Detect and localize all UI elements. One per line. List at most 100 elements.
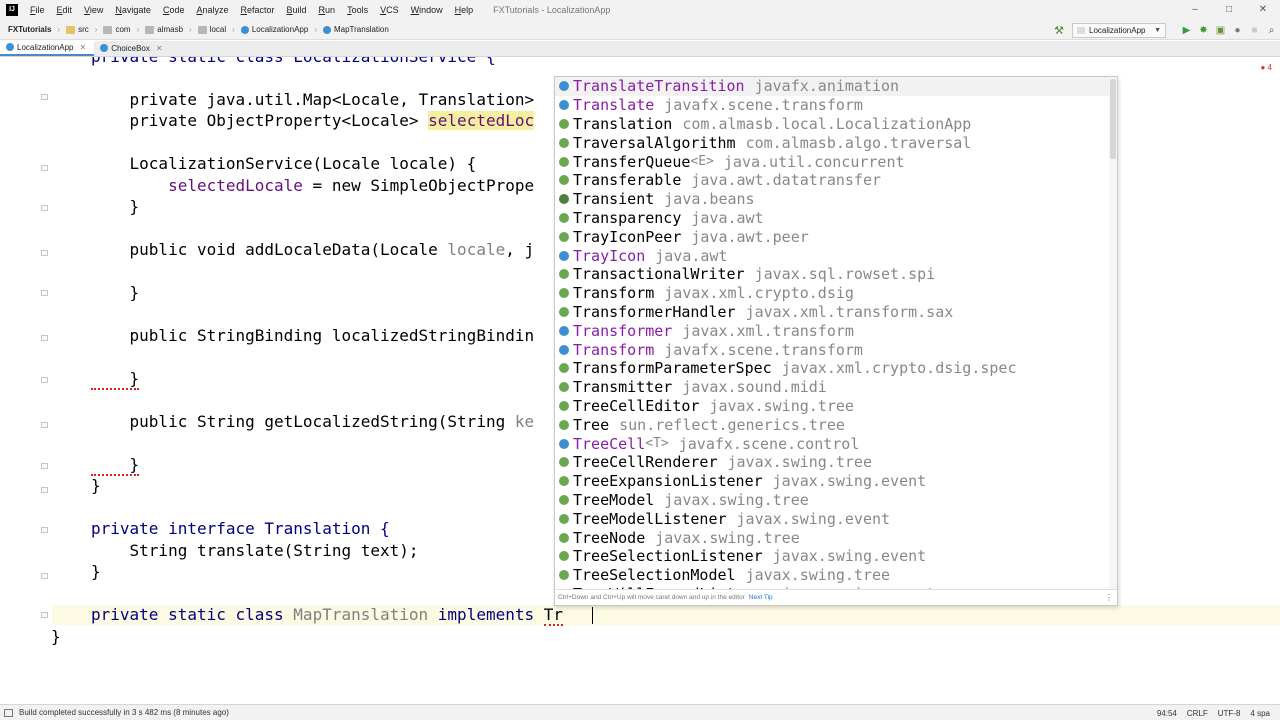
completion-item[interactable]: TreeNode javax.swing.tree: [555, 528, 1111, 547]
status-message[interactable]: Build completed successfully in 3 s 482 …: [19, 708, 229, 717]
menu-refactor[interactable]: Refactor: [235, 5, 281, 15]
completion-item[interactable]: TreeCellEditor javax.swing.tree: [555, 397, 1111, 416]
code-completion-popup[interactable]: TranslateTransition javafx.animation Trans…: [554, 76, 1118, 606]
breadcrumb-local[interactable]: local: [192, 25, 226, 34]
interface-icon: [559, 137, 569, 148]
search-icon[interactable]: ⌕: [1263, 25, 1280, 36]
window-title: FXTutorials - LocalizationApp: [493, 5, 611, 15]
code-identifier: MapTranslation: [293, 605, 429, 624]
fold-marker-icon[interactable]: [41, 573, 48, 579]
menu-navigate[interactable]: Navigate: [109, 5, 157, 15]
menu-build[interactable]: Build: [281, 5, 313, 15]
tab-choicebox[interactable]: ChoiceBox ✕: [94, 40, 170, 56]
completion-item[interactable]: Transferable java.awt.datatransfer: [555, 171, 1111, 190]
fold-marker-icon[interactable]: [41, 290, 48, 296]
class-icon: [559, 344, 569, 355]
close-icon[interactable]: ✕: [1246, 0, 1280, 20]
fold-marker-icon[interactable]: [41, 377, 48, 383]
fold-marker-icon[interactable]: [41, 94, 48, 100]
menu-code[interactable]: Code: [157, 5, 191, 15]
code-line: selectedLocale = new SimpleObjectPrope: [91, 176, 534, 196]
tab-localizationapp[interactable]: LocalizationApp ✕: [0, 40, 95, 56]
menu-window[interactable]: Window: [405, 5, 449, 15]
fold-marker-icon[interactable]: [41, 487, 48, 493]
line-separator[interactable]: CRLF: [1187, 709, 1208, 718]
completion-item[interactable]: TreeCellRenderer javax.swing.tree: [555, 453, 1111, 472]
completion-item[interactable]: Tree sun.reflect.generics.tree: [555, 415, 1111, 434]
menu-view[interactable]: View: [78, 5, 109, 15]
menu-analyze[interactable]: Analyze: [190, 5, 234, 15]
breadcrumb-project[interactable]: FXTutorials: [0, 25, 51, 34]
completion-item[interactable]: Transmitter javax.sound.midi: [555, 378, 1111, 397]
completion-scrollbar[interactable]: [1109, 77, 1117, 589]
completion-item-package: com.almasb.local.LocalizationApp: [682, 114, 972, 133]
breadcrumb-com[interactable]: com: [97, 25, 131, 34]
fold-marker-icon[interactable]: [41, 422, 48, 428]
code-text: }: [91, 562, 101, 581]
completion-item[interactable]: TransferQueue <E> java.util.concurrent: [555, 152, 1111, 171]
debug-icon[interactable]: ✸: [1195, 25, 1212, 36]
build-hammer-icon[interactable]: ⚒: [1054, 24, 1064, 37]
file-encoding[interactable]: UTF-8: [1218, 709, 1241, 718]
run-icon[interactable]: ▶: [1178, 25, 1195, 36]
completion-item-name: TransferQueue: [573, 152, 691, 171]
breadcrumb-src[interactable]: src: [60, 25, 89, 34]
completion-item[interactable]: TreeModel javax.swing.tree: [555, 491, 1111, 510]
completion-item[interactable]: TranslateTransition javafx.animation: [555, 77, 1111, 96]
run-configuration-select[interactable]: LocalizationApp ▼: [1072, 22, 1166, 38]
interface-icon: [559, 231, 569, 242]
completion-item[interactable]: TreeCell <T> javafx.scene.control: [555, 434, 1111, 453]
completion-item[interactable]: Translate javafx.scene.transform: [555, 96, 1111, 115]
maximize-icon[interactable]: □: [1212, 0, 1246, 20]
completion-item[interactable]: Transform javax.xml.crypto.dsig: [555, 284, 1111, 303]
fold-marker-icon[interactable]: [41, 250, 48, 256]
completion-item[interactable]: TreeExpansionListener javax.swing.event: [555, 472, 1111, 491]
profile-icon[interactable]: ●: [1229, 25, 1246, 36]
completion-list[interactable]: TranslateTransition javafx.animation Trans…: [555, 77, 1111, 589]
code-text: public String getLocalizedString(String: [91, 412, 515, 431]
fold-marker-icon[interactable]: [41, 612, 48, 618]
completion-item[interactable]: TrayIcon java.awt: [555, 246, 1111, 265]
completion-item[interactable]: TransformerHandler javax.xml.transform.sa…: [555, 303, 1111, 322]
menu-help[interactable]: Help: [449, 5, 480, 15]
fold-marker-icon[interactable]: [41, 205, 48, 211]
next-tip-link[interactable]: Next Tip: [749, 594, 773, 601]
menu-file[interactable]: File: [24, 5, 51, 15]
fold-marker-icon[interactable]: [41, 335, 48, 341]
completion-item[interactable]: Translation com.almasb.local.Localization…: [555, 115, 1111, 134]
completion-item[interactable]: TraversalAlgorithm com.almasb.algo.traver…: [555, 133, 1111, 152]
menu-vcs[interactable]: VCS: [374, 5, 405, 15]
editor-gutter: [0, 57, 52, 703]
completion-item[interactable]: TrayIconPeer java.awt.peer: [555, 227, 1111, 246]
menu-run[interactable]: Run: [313, 5, 342, 15]
code-text: }: [91, 369, 140, 390]
breadcrumb-localizationapp[interactable]: LocalizationApp: [235, 25, 308, 34]
breadcrumb-almasb[interactable]: almasb: [139, 25, 183, 34]
fold-marker-icon[interactable]: [41, 165, 48, 171]
menu-tools[interactable]: Tools: [341, 5, 374, 15]
minimize-icon[interactable]: –: [1178, 0, 1212, 20]
completion-item[interactable]: Transformer javax.xml.transform: [555, 321, 1111, 340]
completion-item[interactable]: TreeSelectionListener javax.swing.event: [555, 547, 1111, 566]
fold-marker-icon[interactable]: [41, 463, 48, 469]
fold-marker-icon[interactable]: [41, 527, 48, 533]
breadcrumb-maptranslation[interactable]: MapTranslation: [317, 25, 389, 34]
error-count-badge[interactable]: ● 4: [1260, 63, 1272, 72]
completion-item[interactable]: Transparency java.awt: [555, 209, 1111, 228]
coverage-icon[interactable]: ▣: [1212, 25, 1229, 36]
completion-item[interactable]: TransformParameterSpec javax.xml.crypto.d…: [555, 359, 1111, 378]
completion-item[interactable]: TreeSelectionModel javax.swing.tree: [555, 566, 1111, 585]
completion-item[interactable]: TransactionalWriter javax.sql.rowset.spi: [555, 265, 1111, 284]
caret-position[interactable]: 94:54: [1157, 709, 1177, 718]
completion-item[interactable]: Transient java.beans: [555, 190, 1111, 209]
menu-edit[interactable]: Edit: [51, 5, 79, 15]
more-options-icon[interactable]: ⋮: [1105, 593, 1113, 602]
indent-setting[interactable]: 4 spa: [1250, 709, 1270, 718]
completion-item[interactable]: Transform javafx.scene.transform: [555, 340, 1111, 359]
scrollbar-thumb[interactable]: [1110, 79, 1116, 159]
completion-item[interactable]: TreeModelListener javax.swing.event: [555, 509, 1111, 528]
tool-windows-icon[interactable]: [4, 708, 13, 717]
close-icon[interactable]: ✕: [79, 43, 86, 52]
close-icon[interactable]: ✕: [156, 44, 163, 53]
stop-icon[interactable]: ■: [1246, 25, 1263, 36]
